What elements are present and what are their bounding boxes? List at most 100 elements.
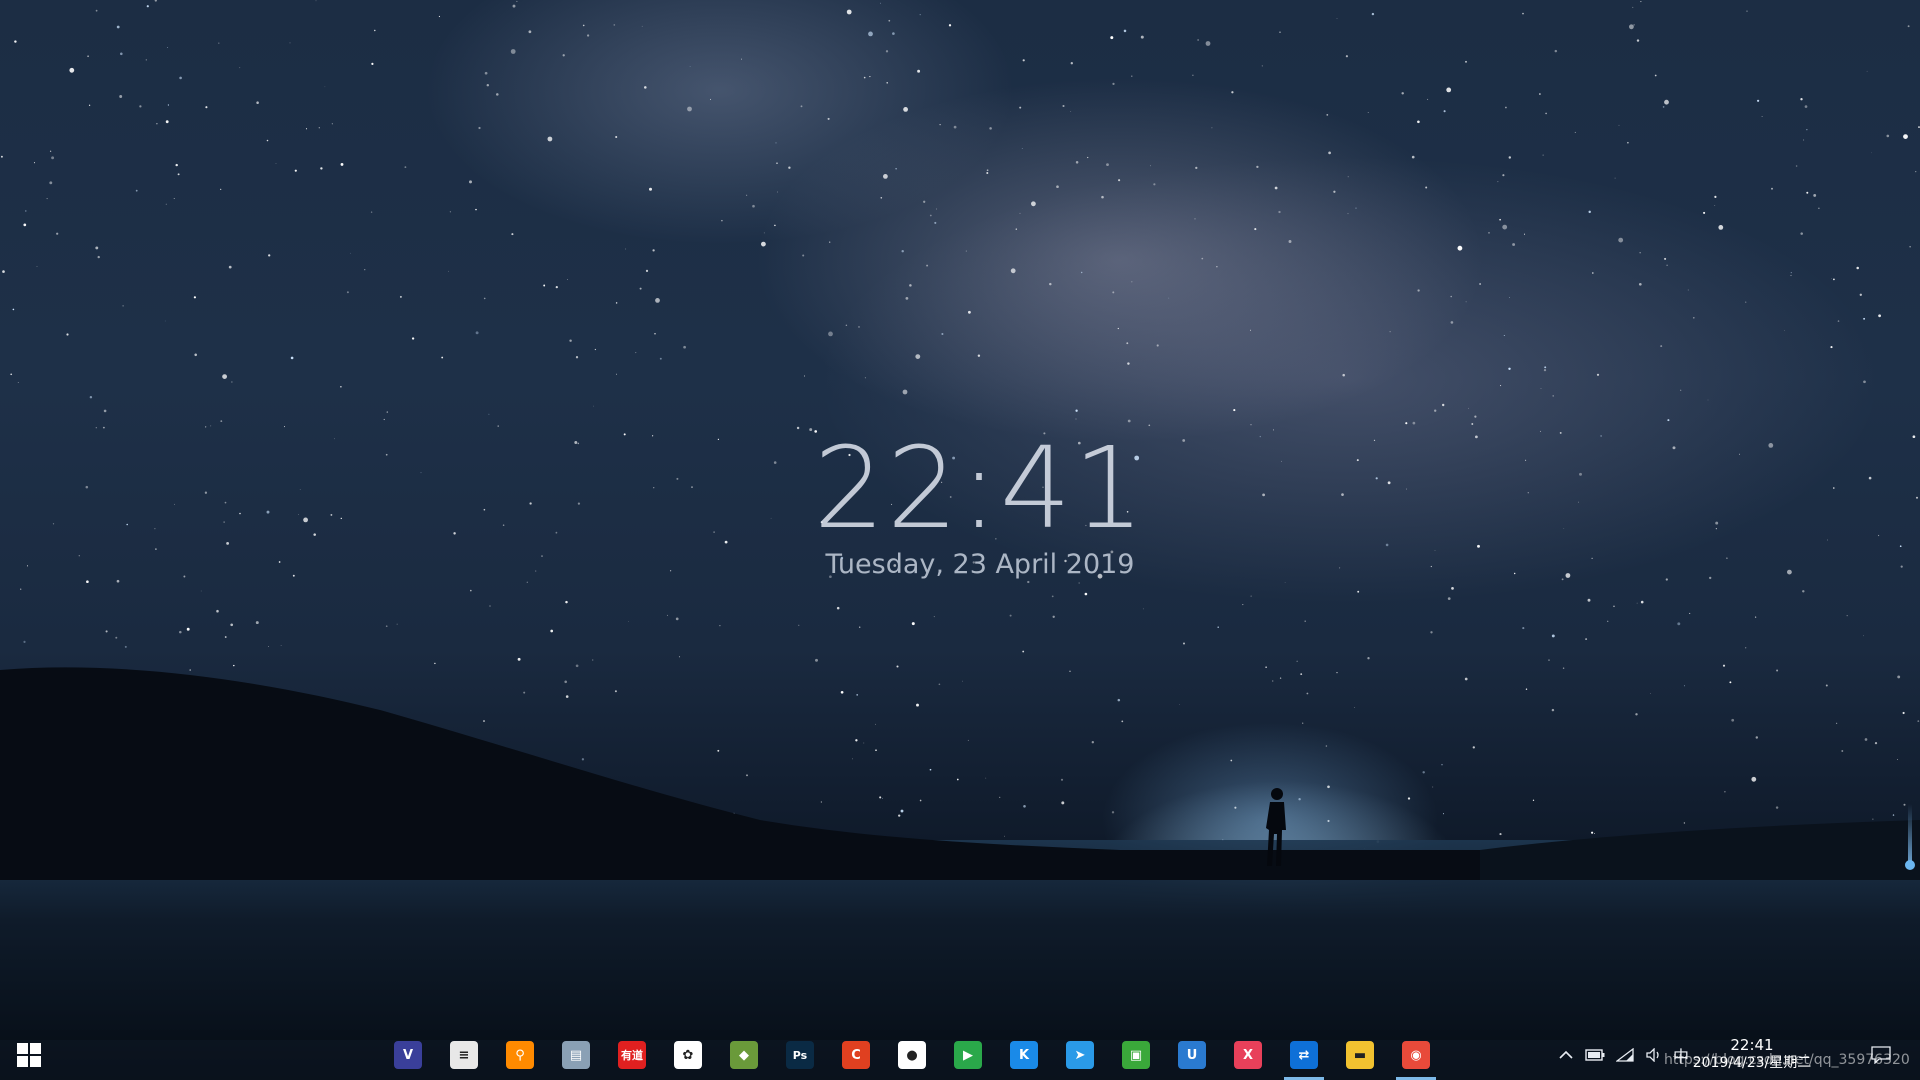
star-decoration	[934, 221, 937, 224]
star-decoration	[78, 555, 80, 557]
star-decoration	[858, 325, 860, 328]
star-decoration	[1552, 395, 1554, 397]
star-decoration	[116, 579, 120, 583]
star-decoration	[683, 345, 686, 349]
star-decoration	[616, 373, 617, 375]
star-decoration	[51, 156, 55, 160]
star-decoration	[1878, 314, 1881, 318]
taskbar-app-chrome[interactable]: ◉	[1388, 1030, 1444, 1080]
star-decoration	[582, 24, 585, 27]
star-decoration	[289, 42, 291, 44]
star-decoration	[1692, 316, 1695, 319]
star-decoration	[1718, 225, 1724, 230]
star-decoration	[1081, 271, 1083, 274]
star-decoration	[231, 381, 233, 383]
star-decoration	[741, 58, 742, 60]
taskbar-app-wechat[interactable]: ●	[884, 1030, 940, 1080]
taskbar-app-news-reader[interactable]: ≡	[436, 1030, 492, 1080]
star-decoration	[1127, 362, 1130, 365]
show-hidden-icons-button[interactable]	[1552, 1030, 1580, 1080]
star-decoration	[167, 104, 169, 106]
star-decoration	[1522, 12, 1524, 15]
star-decoration	[303, 517, 308, 523]
star-decoration	[1211, 127, 1213, 129]
taskbar-app-teamviewer[interactable]: ⇄	[1276, 1030, 1332, 1080]
star-decoration	[1010, 268, 1016, 274]
star-decoration	[1148, 424, 1151, 427]
star-decoration	[453, 532, 456, 535]
star-decoration	[800, 105, 803, 108]
taskbar-app-media-player[interactable]: ▶	[940, 1030, 996, 1080]
star-decoration	[903, 107, 908, 112]
taskbar-app-feishu-messenger[interactable]: ➤	[1052, 1030, 1108, 1080]
star-decoration	[652, 249, 655, 252]
star-decoration	[901, 249, 904, 253]
star-decoration	[828, 331, 833, 337]
star-decoration	[543, 284, 546, 287]
star-decoration	[1790, 274, 1792, 277]
taskbar-app-xmind[interactable]: X	[1220, 1030, 1276, 1080]
star-decoration	[511, 233, 514, 236]
star-decoration	[1126, 342, 1129, 345]
star-decoration	[804, 375, 805, 377]
star-decoration	[119, 95, 123, 98]
star-decoration	[438, 15, 440, 18]
start-button[interactable]	[0, 1030, 58, 1080]
star-decoration	[1863, 635, 1864, 637]
taskbar-app-photoshop[interactable]: Ps	[772, 1030, 828, 1080]
star-decoration	[470, 589, 472, 592]
taskbar-app-git-client[interactable]: ◆	[716, 1030, 772, 1080]
star-decoration	[1231, 91, 1234, 94]
taskbar-app-u-tool[interactable]: U	[1164, 1030, 1220, 1080]
network-button[interactable]	[1610, 1030, 1640, 1080]
star-decoration	[255, 621, 259, 625]
taskbar-app-database-tool[interactable]: ▤	[548, 1030, 604, 1080]
battery-button[interactable]	[1580, 1030, 1610, 1080]
star-decoration	[116, 25, 120, 29]
star-decoration	[226, 541, 230, 545]
star-decoration	[1499, 218, 1501, 221]
star-decoration	[10, 373, 13, 376]
taskbar-app-ccleaner[interactable]: C	[828, 1030, 884, 1080]
taskbar-app-visual-studio[interactable]: V	[380, 1030, 436, 1080]
star-decoration	[541, 555, 543, 557]
star-decoration	[216, 609, 219, 613]
taskbar-app-file-explorer[interactable]: ▬	[1332, 1030, 1388, 1080]
star-decoration	[1563, 527, 1565, 529]
taskbar-app-search-tool[interactable]: ⚲	[492, 1030, 548, 1080]
star-decoration	[103, 409, 107, 413]
star-decoration	[895, 168, 897, 170]
star-decoration	[56, 232, 59, 235]
star-decoration	[1078, 582, 1080, 584]
star-decoration	[1477, 544, 1480, 548]
star-decoration	[95, 9, 98, 12]
star-decoration	[165, 203, 167, 205]
star-decoration	[475, 208, 477, 211]
star-decoration	[1417, 120, 1420, 124]
star-decoration	[953, 125, 957, 129]
star-decoration	[1405, 422, 1408, 425]
star-decoration	[1450, 295, 1452, 298]
taskbar-app-kugou-music[interactable]: K	[996, 1030, 1052, 1080]
star-decoration	[1197, 39, 1199, 41]
star-decoration	[95, 246, 99, 250]
star-decoration	[1545, 112, 1547, 115]
star-decoration	[230, 623, 234, 627]
runner-silhouette	[1266, 788, 1286, 866]
star-decoration	[1654, 74, 1657, 77]
taskbar-app-youdao-dictionary[interactable]: 有道	[604, 1030, 660, 1080]
star-decoration	[788, 166, 791, 169]
star-decoration	[1664, 257, 1667, 260]
star-decoration	[298, 514, 299, 515]
star-decoration	[1357, 590, 1360, 593]
star-decoration	[1640, 1, 1642, 3]
star-decoration	[1504, 106, 1507, 109]
star-decoration	[1434, 409, 1437, 412]
taskbar-app-baidu-netdisk[interactable]: ✿	[660, 1030, 716, 1080]
star-decoration	[883, 174, 888, 179]
taskbar-app-green-app[interactable]: ▣	[1108, 1030, 1164, 1080]
star-decoration	[1233, 409, 1236, 412]
star-decoration	[1522, 627, 1525, 630]
star-decoration	[1195, 166, 1198, 170]
star-decoration	[577, 502, 581, 505]
